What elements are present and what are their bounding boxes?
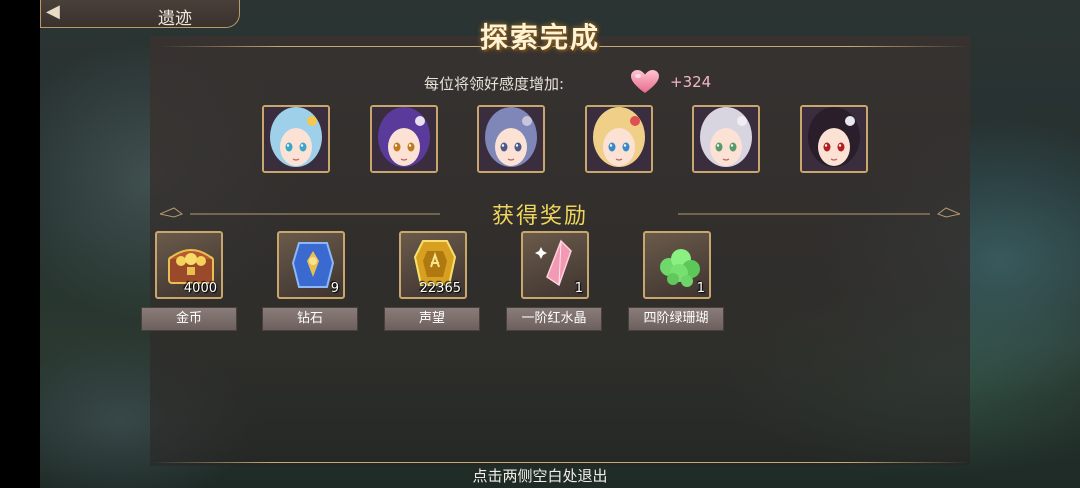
- character-face-icon: [587, 107, 651, 171]
- character-face-icon: [372, 107, 436, 171]
- character-face-icon: [694, 107, 758, 171]
- reward-item[interactable]: 1: [521, 231, 589, 299]
- portrait-2: [370, 105, 438, 173]
- reward-count: 1: [696, 281, 705, 296]
- exploration-complete-title: 探索完成: [479, 21, 600, 54]
- reward-count: 9: [330, 281, 339, 296]
- reward-item[interactable]: 1: [643, 231, 711, 299]
- affection-value: +324: [670, 73, 712, 91]
- reward-count: 4000: [183, 281, 217, 296]
- portrait-4: [585, 105, 653, 173]
- reward-label: 一阶红水晶: [506, 307, 602, 331]
- footer-divider: [150, 462, 970, 463]
- reward-label: 金币: [141, 307, 237, 331]
- left-screen-edge: [0, 0, 40, 488]
- character-face-icon: [479, 107, 543, 171]
- reward-label: 声望: [384, 307, 480, 331]
- reward-label: 四阶绿珊瑚: [628, 307, 724, 331]
- character-face-icon: [802, 107, 866, 171]
- character-face-icon: [264, 107, 328, 171]
- portrait-5: [692, 105, 760, 173]
- portrait-6: [800, 105, 868, 173]
- heart-icon: [631, 70, 659, 93]
- right-ornament-icon: [678, 207, 960, 218]
- reward-count: 1: [574, 281, 583, 296]
- reward-label: 钻石: [262, 307, 358, 331]
- reward-item[interactable]: 4000: [155, 231, 223, 299]
- reward-count: 22365: [419, 281, 461, 296]
- portrait-1: [262, 105, 330, 173]
- reward-item[interactable]: 9: [277, 231, 345, 299]
- exit-hint: 点击两侧空白处退出: [472, 467, 608, 485]
- reward-item[interactable]: 22365: [399, 231, 467, 299]
- portrait-3: [477, 105, 545, 173]
- affection-label: 每位将领好感度增加:: [424, 75, 565, 93]
